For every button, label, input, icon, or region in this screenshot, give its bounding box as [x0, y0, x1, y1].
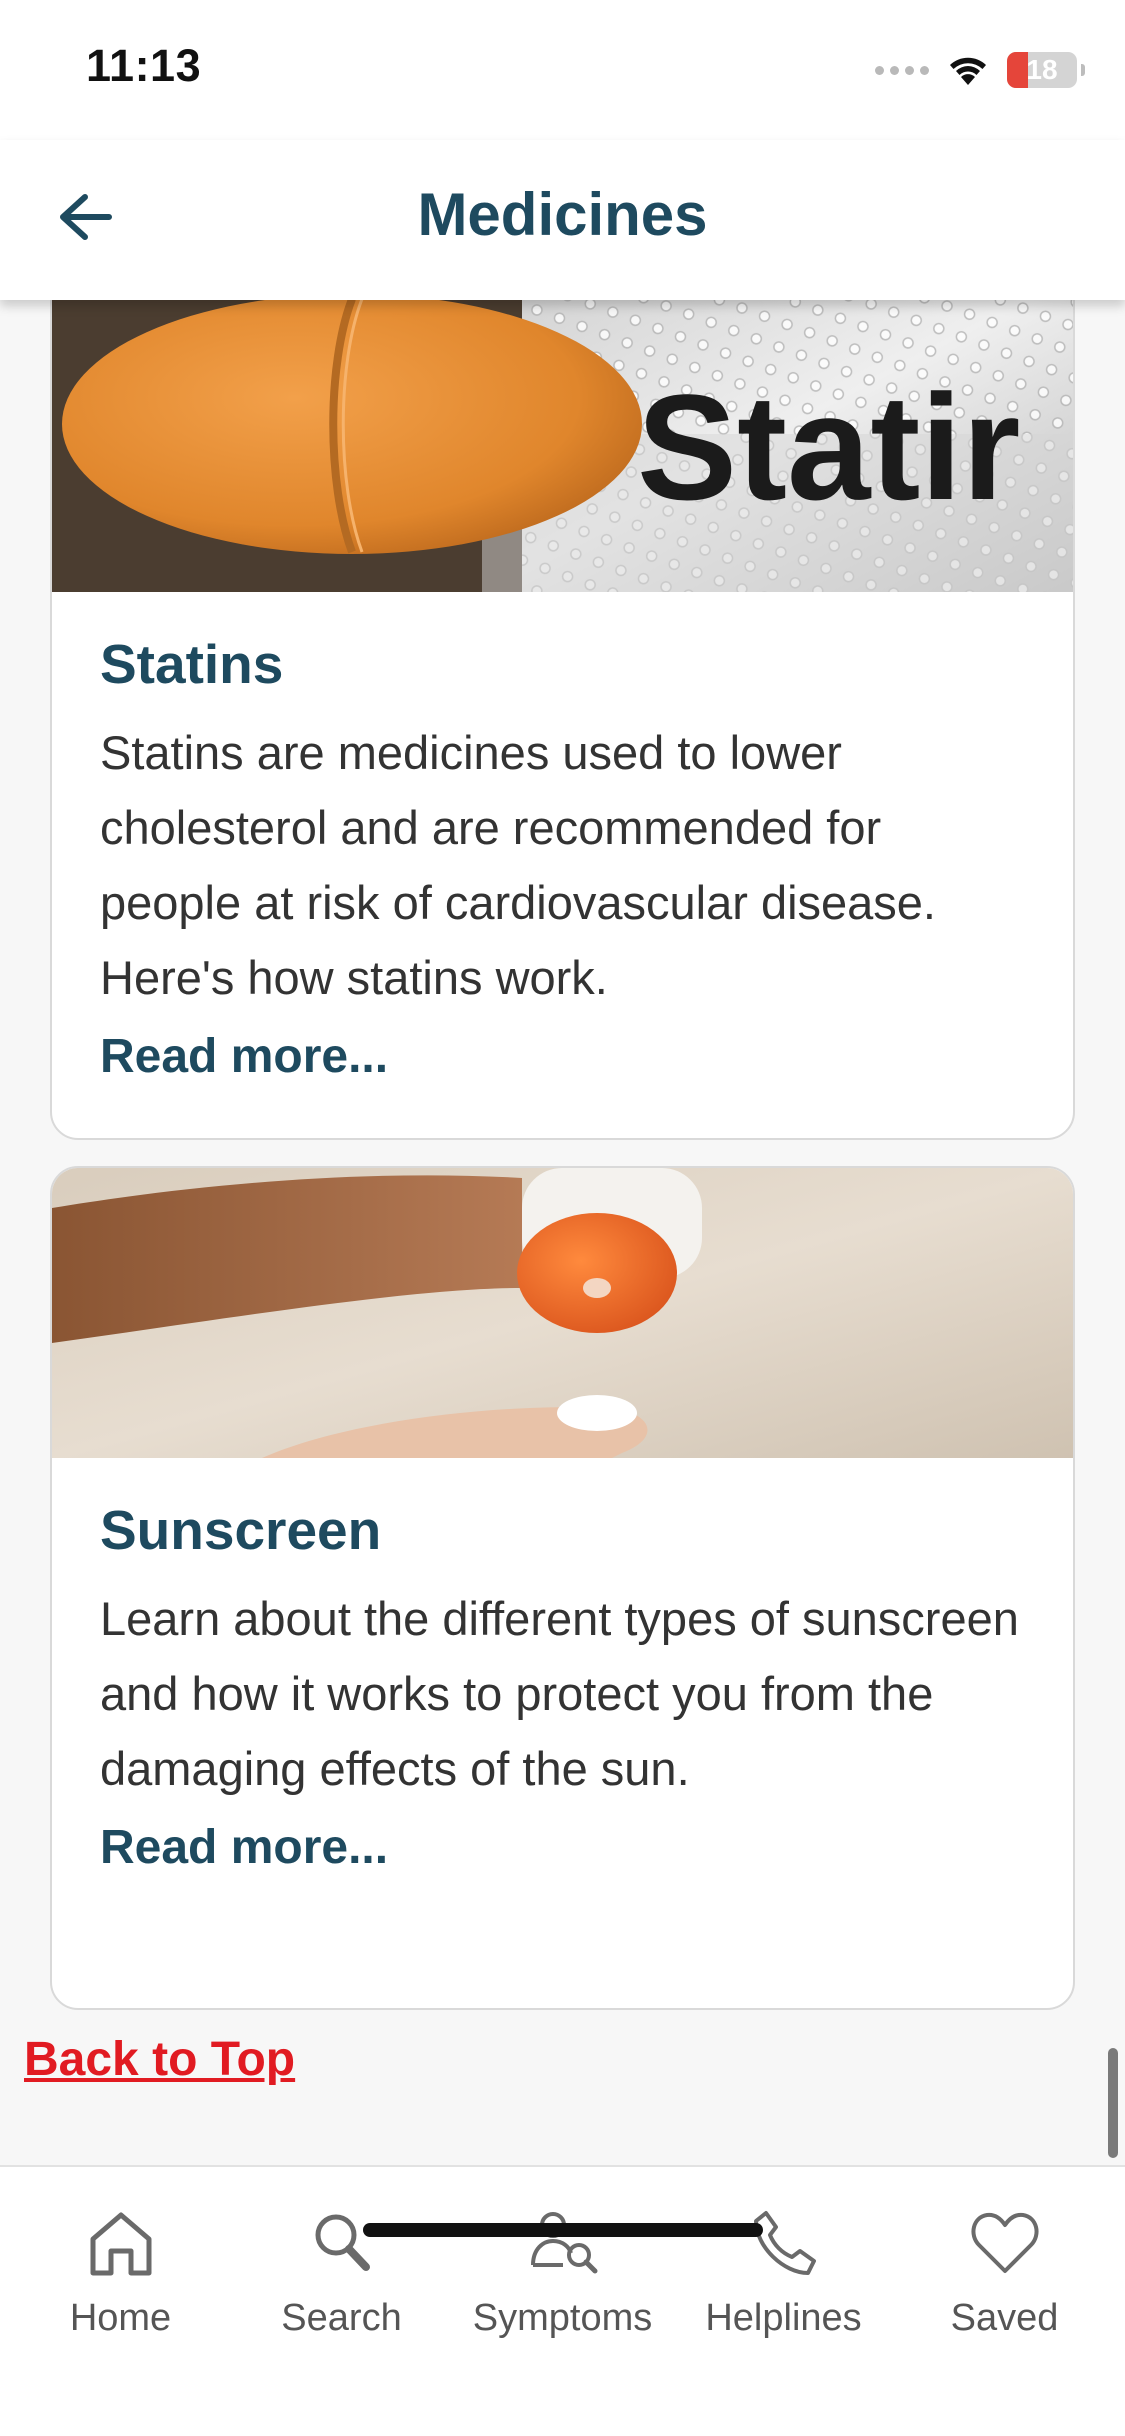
symptoms-icon [530, 2212, 597, 2274]
home-icon [90, 2212, 151, 2276]
heart-icon [970, 2212, 1039, 2273]
battery-level: 18 [1026, 54, 1058, 85]
statins-card-body: Statins Statins are medicines used to lo… [52, 592, 1073, 1084]
statins-read-more-link[interactable]: Read more... [100, 1029, 388, 1084]
statins-description: Statins are medicines used to lower chol… [100, 725, 936, 1004]
status-bar: 11:13 18 [0, 0, 1125, 140]
battery-cap [1081, 64, 1085, 76]
sunscreen-read-more-link[interactable]: Read more... [100, 1820, 388, 1875]
search-icon [315, 2214, 370, 2271]
statins-title: Statins [100, 633, 284, 695]
status-time: 11:13 [86, 40, 202, 91]
sunscreen-description: Learn about the different types of sunsc… [100, 1591, 1019, 1795]
cellular-signal-icon [875, 65, 929, 75]
nav-label-helplines: Helplines [705, 2297, 862, 2339]
nav-item-saved[interactable]: Saved [897, 2203, 1112, 2340]
statins-image: Statir [52, 300, 1073, 592]
phone-icon [753, 2211, 816, 2275]
article-card-sunscreen[interactable]: Sunscreen Learn about the different type… [50, 1166, 1075, 2010]
sunscreen-title: Sunscreen [100, 1499, 382, 1561]
sunscreen-card-body: Sunscreen Learn about the different type… [52, 1458, 1073, 1875]
wifi-icon [950, 57, 986, 85]
nav-label-saved: Saved [950, 2297, 1059, 2339]
scrollbar[interactable] [1108, 2048, 1118, 2158]
back-to-top-link[interactable]: Back to Top [24, 2032, 295, 2087]
nav-label-symptoms: Symptoms [472, 2297, 653, 2339]
bottom-navigation: Home Search Symptoms Helplines Saved [0, 2165, 1125, 2436]
nav-label-home: Home [69, 2297, 172, 2339]
nav-item-home[interactable]: Home [13, 2203, 228, 2340]
statins-image-text: Statir [637, 363, 1020, 531]
content-scroll-area[interactable]: Statir Statins Statins are medicines use… [0, 300, 1125, 2165]
battery-icon: 18 [1007, 52, 1077, 88]
page-title: Medicines [417, 181, 708, 248]
article-card-statins[interactable]: Statir Statins Statins are medicines use… [50, 300, 1075, 1140]
sunscreen-image [52, 1168, 1073, 1458]
nav-label-search: Search [281, 2297, 402, 2339]
app-header: Medicines [0, 140, 1125, 300]
status-icons: 18 [875, 48, 1085, 92]
home-indicator[interactable] [363, 2223, 763, 2237]
